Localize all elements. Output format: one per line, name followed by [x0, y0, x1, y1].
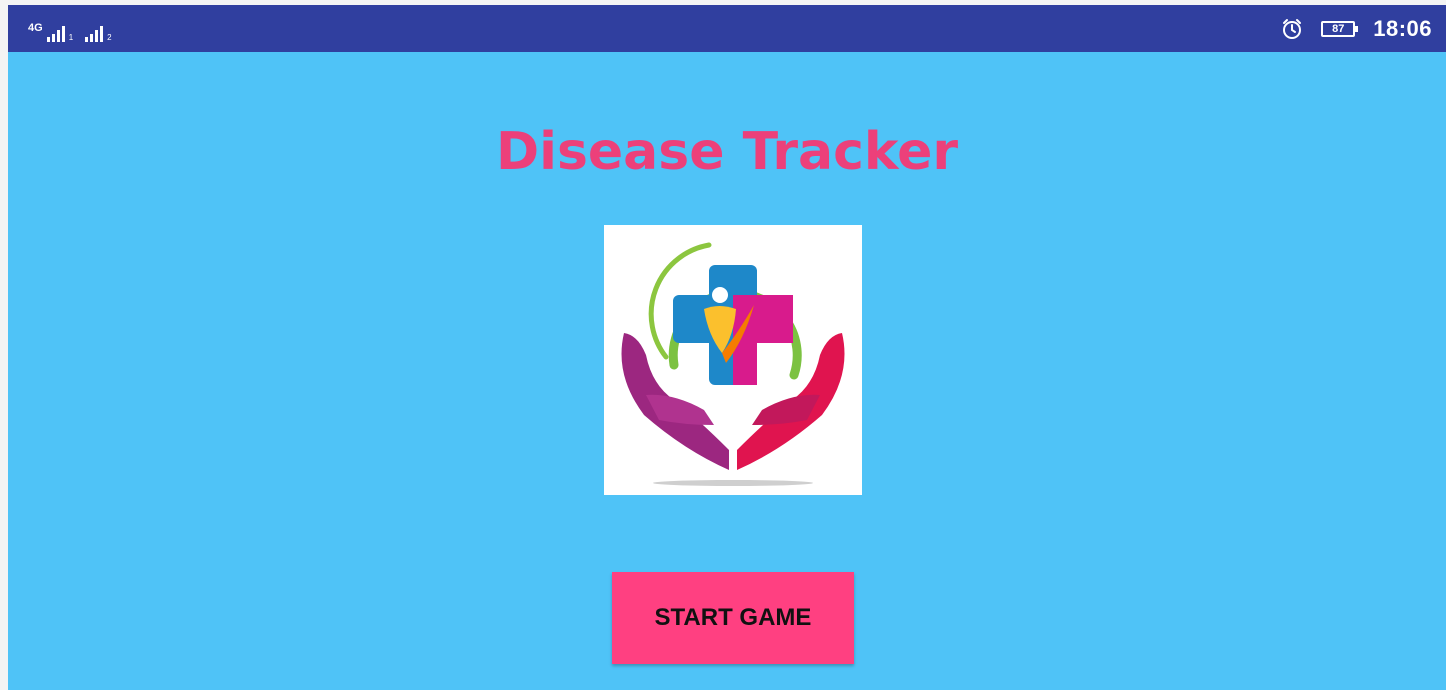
signal-bar-icon [95, 30, 99, 42]
signal-indicators: 4G 1 2 [28, 15, 112, 42]
healthcare-logo-icon [604, 225, 862, 495]
sim2-signal: 2 [85, 26, 112, 42]
signal-bar-icon [100, 26, 104, 42]
status-clock: 18:06 [1373, 15, 1432, 41]
signal-bar-icon [85, 37, 89, 42]
app-title: Disease Tracker [495, 122, 959, 182]
screen: 4G 1 2 87 18:06 Disease Tracker START GA… [0, 0, 1446, 690]
sim-index: 2 [107, 33, 112, 42]
signal-bar-icon [51, 34, 55, 42]
signal-bar-icon [56, 30, 60, 42]
signal-bar-icon [90, 34, 94, 42]
battery-icon: 87 [1321, 20, 1359, 37]
main-content: Disease Tracker START GAME [8, 52, 1446, 690]
signal-bar-icon [61, 26, 65, 42]
sim1-signal: 4G 1 [28, 22, 74, 42]
signal-bar-icon [46, 37, 50, 42]
status-icons: 87 18:06 [1281, 5, 1432, 52]
network-type-label: 4G [28, 22, 43, 34]
sim-index: 1 [68, 33, 74, 42]
alarm-clock-icon [1281, 18, 1303, 40]
start-game-button[interactable]: START GAME [612, 572, 854, 664]
status-bar: 4G 1 2 87 18:06 [8, 5, 1446, 52]
